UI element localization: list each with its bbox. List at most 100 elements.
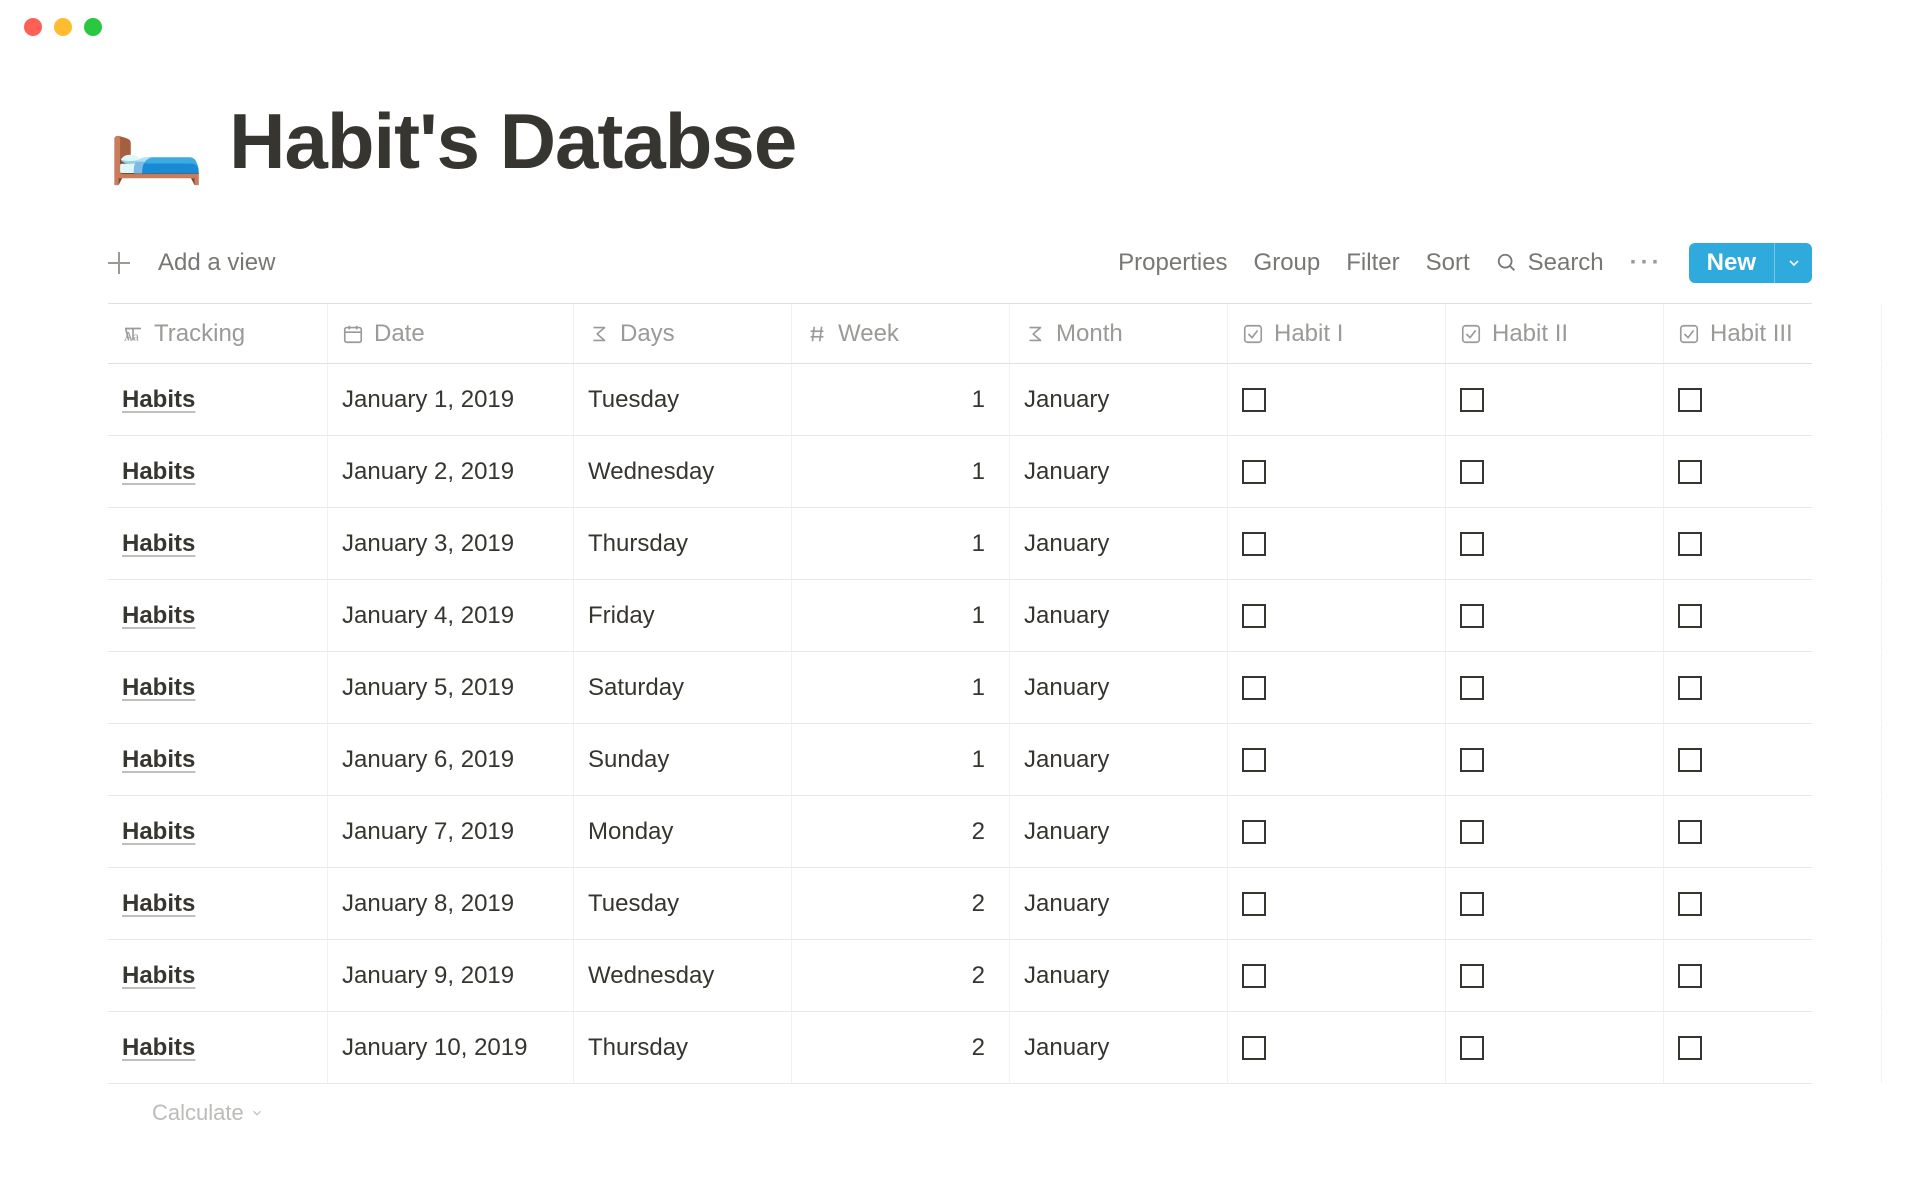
table-row[interactable]: HabitsJanuary 4, 2019Friday1January [108, 580, 1812, 652]
col-header-tracking[interactable]: Aa Tracking [108, 304, 328, 363]
cell-date[interactable]: January 4, 2019 [328, 580, 574, 651]
row-title[interactable]: Habits [122, 962, 195, 990]
checkbox-habit1[interactable] [1242, 532, 1266, 556]
row-title[interactable]: Habits [122, 818, 195, 846]
checkbox-habit3[interactable] [1678, 532, 1702, 556]
row-title[interactable]: Habits [122, 386, 195, 414]
cell-month[interactable]: January [1010, 652, 1228, 723]
table-row[interactable]: HabitsJanuary 2, 2019Wednesday1January [108, 436, 1812, 508]
cell-date[interactable]: January 2, 2019 [328, 436, 574, 507]
checkbox-habit2[interactable] [1460, 604, 1484, 628]
checkbox-habit3[interactable] [1678, 388, 1702, 412]
cell-habit1[interactable] [1228, 796, 1446, 867]
checkbox-habit2[interactable] [1460, 532, 1484, 556]
cell-date[interactable]: January 8, 2019 [328, 868, 574, 939]
cell-month[interactable]: January [1010, 508, 1228, 579]
cell-days[interactable]: Thursday [574, 508, 792, 579]
cell-habit2[interactable] [1446, 1012, 1664, 1083]
cell-habit2[interactable] [1446, 940, 1664, 1011]
cell-habit3[interactable] [1664, 940, 1882, 1011]
cell-habit2[interactable] [1446, 364, 1664, 435]
cell-tracking[interactable]: Habits [108, 1012, 328, 1083]
cell-days[interactable]: Tuesday [574, 364, 792, 435]
close-window-icon[interactable] [24, 18, 42, 36]
cell-days[interactable]: Saturday [574, 652, 792, 723]
calculate-button[interactable]: Calculate [108, 1084, 1812, 1126]
checkbox-habit3[interactable] [1678, 1036, 1702, 1060]
cell-tracking[interactable]: Habits [108, 724, 328, 795]
cell-habit1[interactable] [1228, 508, 1446, 579]
cell-habit2[interactable] [1446, 724, 1664, 795]
cell-date[interactable]: January 7, 2019 [328, 796, 574, 867]
group-button[interactable]: Group [1254, 249, 1321, 277]
col-header-week[interactable]: Week [792, 304, 1010, 363]
new-button[interactable]: New [1689, 243, 1812, 283]
checkbox-habit1[interactable] [1242, 1036, 1266, 1060]
cell-days[interactable]: Wednesday [574, 436, 792, 507]
cell-habit2[interactable] [1446, 868, 1664, 939]
cell-habit1[interactable] [1228, 940, 1446, 1011]
more-menu-button[interactable]: ··· [1630, 249, 1663, 277]
new-button-dropdown[interactable] [1774, 243, 1812, 283]
cell-tracking[interactable]: Habits [108, 796, 328, 867]
table-row[interactable]: HabitsJanuary 10, 2019Thursday2January [108, 1012, 1812, 1084]
checkbox-habit1[interactable] [1242, 820, 1266, 844]
cell-days[interactable]: Tuesday [574, 868, 792, 939]
cell-habit3[interactable] [1664, 1012, 1882, 1083]
checkbox-habit1[interactable] [1242, 964, 1266, 988]
cell-habit2[interactable] [1446, 508, 1664, 579]
cell-habit2[interactable] [1446, 796, 1664, 867]
checkbox-habit2[interactable] [1460, 820, 1484, 844]
cell-days[interactable]: Wednesday [574, 940, 792, 1011]
cell-week[interactable]: 2 [792, 1012, 1010, 1083]
table-row[interactable]: HabitsJanuary 1, 2019Tuesday1January [108, 364, 1812, 436]
checkbox-habit3[interactable] [1678, 676, 1702, 700]
cell-week[interactable]: 2 [792, 868, 1010, 939]
checkbox-habit2[interactable] [1460, 1036, 1484, 1060]
checkbox-habit1[interactable] [1242, 388, 1266, 412]
checkbox-habit1[interactable] [1242, 604, 1266, 628]
cell-days[interactable]: Monday [574, 796, 792, 867]
col-header-habit3[interactable]: Habit III [1664, 304, 1882, 363]
properties-button[interactable]: Properties [1118, 249, 1227, 277]
table-row[interactable]: HabitsJanuary 5, 2019Saturday1January [108, 652, 1812, 724]
cell-week[interactable]: 1 [792, 508, 1010, 579]
checkbox-habit1[interactable] [1242, 676, 1266, 700]
checkbox-habit1[interactable] [1242, 748, 1266, 772]
cell-week[interactable]: 1 [792, 364, 1010, 435]
cell-month[interactable]: January [1010, 796, 1228, 867]
cell-tracking[interactable]: Habits [108, 364, 328, 435]
cell-habit3[interactable] [1664, 796, 1882, 867]
cell-habit2[interactable] [1446, 652, 1664, 723]
cell-date[interactable]: January 6, 2019 [328, 724, 574, 795]
col-header-days[interactable]: Days [574, 304, 792, 363]
cell-habit1[interactable] [1228, 868, 1446, 939]
cell-habit3[interactable] [1664, 508, 1882, 579]
cell-habit3[interactable] [1664, 436, 1882, 507]
cell-week[interactable]: 2 [792, 940, 1010, 1011]
cell-date[interactable]: January 5, 2019 [328, 652, 574, 723]
row-title[interactable]: Habits [122, 602, 195, 630]
add-view-button[interactable]: Add a view [158, 249, 275, 277]
cell-week[interactable]: 2 [792, 796, 1010, 867]
cell-date[interactable]: January 9, 2019 [328, 940, 574, 1011]
table-row[interactable]: HabitsJanuary 6, 2019Sunday1January [108, 724, 1812, 796]
checkbox-habit3[interactable] [1678, 748, 1702, 772]
row-title[interactable]: Habits [122, 458, 195, 486]
cell-week[interactable]: 1 [792, 580, 1010, 651]
row-title[interactable]: Habits [122, 1034, 195, 1062]
sort-button[interactable]: Sort [1426, 249, 1470, 277]
cell-days[interactable]: Friday [574, 580, 792, 651]
page-icon[interactable]: 🛏️ [108, 103, 205, 181]
checkbox-habit1[interactable] [1242, 460, 1266, 484]
cell-habit3[interactable] [1664, 868, 1882, 939]
cell-habit1[interactable] [1228, 436, 1446, 507]
cell-days[interactable]: Thursday [574, 1012, 792, 1083]
table-row[interactable]: HabitsJanuary 3, 2019Thursday1January [108, 508, 1812, 580]
minimize-window-icon[interactable] [54, 18, 72, 36]
cell-habit1[interactable] [1228, 1012, 1446, 1083]
checkbox-habit2[interactable] [1460, 676, 1484, 700]
col-header-date[interactable]: Date [328, 304, 574, 363]
checkbox-habit3[interactable] [1678, 892, 1702, 916]
cell-habit3[interactable] [1664, 652, 1882, 723]
